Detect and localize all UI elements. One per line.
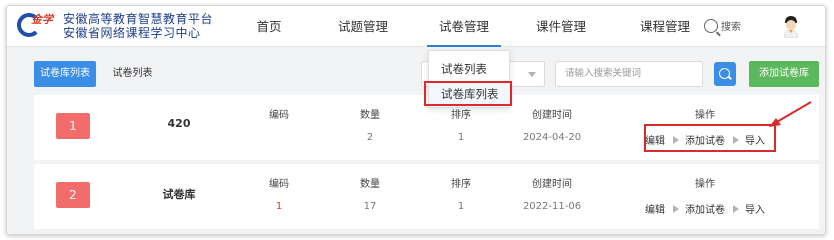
triangle-right-icon — [733, 204, 739, 213]
tab-paper-list[interactable]: 试卷列表 — [110, 61, 155, 87]
cell-count: 17 — [363, 201, 377, 212]
col-header-ops: 操作 — [695, 110, 715, 121]
top-header: 金学 安徽高等教育智慧教育平台 安徽省网络课程学习中心 首页 试题管理 试卷管理… — [7, 6, 825, 47]
keyword-search-input[interactable]: 请输入搜索关键词 — [555, 61, 703, 87]
annotation-highlight-box — [644, 124, 776, 152]
chevron-down-icon — [528, 72, 536, 77]
row-index-badge: 2 — [56, 182, 90, 208]
row-index-badge: 1 — [56, 113, 90, 139]
cell-order: 1 — [457, 201, 465, 212]
header-search[interactable]: 搜索 — [704, 18, 741, 33]
nav-paper-mgmt[interactable]: 试卷管理 — [427, 6, 501, 47]
col-header-count: 数量 — [360, 110, 380, 121]
logo-mark-icon: 金学 — [17, 12, 61, 40]
avatar[interactable] — [781, 14, 801, 38]
import-link[interactable]: 导入 — [745, 201, 765, 216]
nav-course-mgmt[interactable]: 课程管理 — [629, 6, 701, 47]
annotation-arrow-icon — [769, 101, 812, 127]
cell-code: 1 — [275, 201, 283, 212]
search-icon — [704, 18, 718, 33]
col-header-code: 编码 — [269, 179, 289, 190]
site-logo[interactable]: 金学 安徽高等教育智慧教育平台 安徽省网络课程学习中心 — [17, 12, 213, 40]
add-library-button[interactable]: 添加试卷库 — [749, 61, 819, 87]
annotation-highlight-box — [424, 81, 512, 106]
col-header-code: 编码 — [269, 110, 289, 121]
col-header-created: 创建时间 — [532, 179, 572, 190]
nav-home[interactable]: 首页 — [247, 6, 291, 47]
row-actions: 编辑 添加试卷 导入 — [645, 201, 765, 216]
tab-paper-library[interactable]: 试卷库列表 — [34, 61, 96, 87]
search-button[interactable] — [714, 62, 736, 86]
app-window: 金学 安徽高等教育智慧教育平台 安徽省网络课程学习中心 首页 试题管理 试卷管理… — [6, 5, 826, 235]
library-name: 420 — [167, 117, 191, 130]
library-row: 2 试卷库 编码 1 数量 17 排序 1 创建时间 2022-11-06 操作… — [34, 164, 819, 229]
cell-count: 2 — [366, 132, 374, 143]
col-header-order: 排序 — [451, 110, 471, 121]
triangle-right-icon — [673, 204, 679, 213]
cell-created: 2022-11-06 — [522, 201, 582, 212]
cell-created: 2024-04-20 — [522, 132, 582, 143]
col-header-count: 数量 — [360, 179, 380, 190]
add-paper-link[interactable]: 添加试卷 — [685, 201, 725, 216]
logo-line2: 安徽省网络课程学习中心 — [63, 26, 201, 40]
edit-link[interactable]: 编辑 — [645, 201, 665, 216]
logo-text: 安徽高等教育智慧教育平台 安徽省网络课程学习中心 — [63, 12, 213, 40]
col-header-created: 创建时间 — [532, 110, 572, 121]
logo-line1: 安徽高等教育智慧教育平台 — [63, 12, 214, 26]
nav-courseware-mgmt[interactable]: 课件管理 — [525, 6, 597, 47]
header-search-label: 搜索 — [721, 22, 741, 33]
col-header-order: 排序 — [451, 179, 471, 190]
nav-question-mgmt[interactable]: 试题管理 — [327, 6, 399, 47]
menu-item-paper-list[interactable]: 试卷列表 — [429, 57, 511, 82]
library-name: 试卷库 — [162, 188, 196, 201]
cell-order: 1 — [457, 132, 465, 143]
logo-word: 金学 — [31, 13, 53, 26]
col-header-ops: 操作 — [695, 179, 715, 190]
